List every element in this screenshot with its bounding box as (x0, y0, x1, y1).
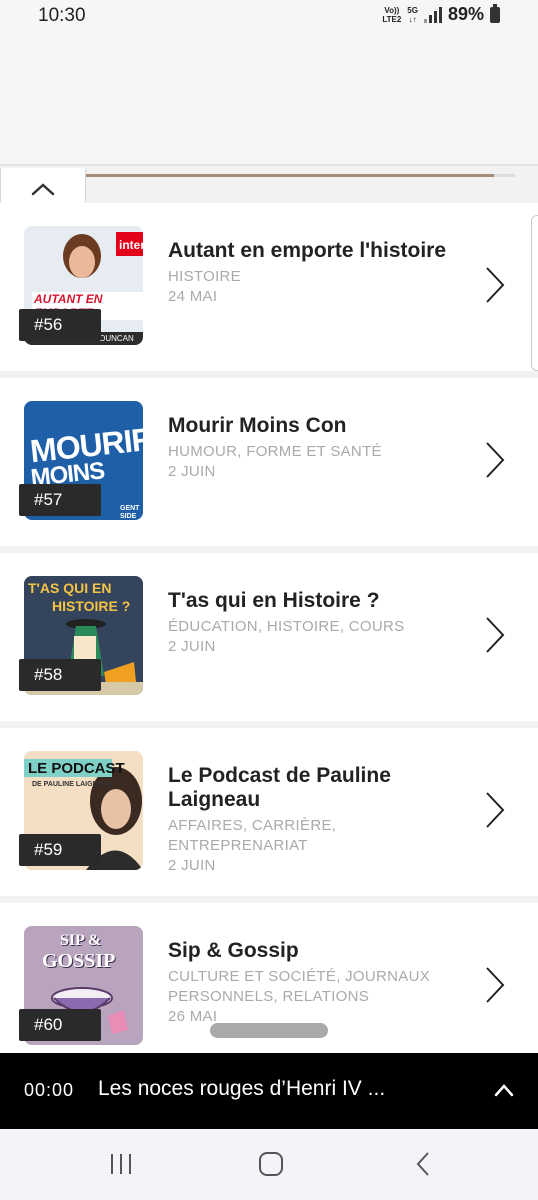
episode-date: 2 JUIN (168, 463, 216, 480)
episode-title: Sip & Gossip (168, 939, 299, 962)
status-time: 10:30 (38, 5, 86, 26)
episode-card[interactable]: MOURIR MOINS CON GENT SIDE #57 Mourir Mo… (0, 378, 538, 546)
cover-brand: inter (119, 238, 143, 252)
episode-card[interactable]: SIP & GOSSIP #60 Sip & Gossip CULTURE ET… (0, 903, 538, 1071)
chevron-up-icon (31, 182, 55, 195)
episode-info: T'as qui en Histoire ? ÉDUCATION, HISTOI… (168, 589, 468, 657)
episode-categories: HUMOUR, FORME ET SANTÉ (168, 443, 382, 460)
header-area (0, 32, 538, 166)
recents-button[interactable] (106, 1149, 136, 1179)
chevron-right-icon[interactable] (484, 790, 506, 830)
episode-number-badge: #56 (19, 309, 101, 341)
episode-number-badge: #58 (19, 659, 101, 691)
episode-categories: HISTOIRE (168, 268, 241, 285)
episode-card[interactable]: LE PODCAST DE PAULINE LAIGNEAU #59 Le Po… (0, 728, 538, 896)
home-button[interactable] (256, 1149, 286, 1179)
chevron-right-icon[interactable] (484, 615, 506, 655)
cover-title-line2: HISTOIRE ? (52, 598, 131, 614)
episode-card[interactable]: T'AS QUI EN HISTOIRE ? #58 T'as qui en H… (0, 553, 538, 721)
side-panel-edge[interactable] (531, 215, 538, 371)
chevron-right-icon[interactable] (484, 965, 506, 1005)
header-divider (0, 164, 538, 166)
episode-card[interactable]: inter AUTANT EN EMPORTE STÉPHANIE DUNCAN… (0, 203, 538, 371)
episode-title: Mourir Moins Con (168, 414, 347, 437)
mini-player[interactable]: 00:00 Les noces rouges d’Henri IV ... (0, 1053, 538, 1129)
episode-list: inter AUTANT EN EMPORTE STÉPHANIE DUNCAN… (0, 203, 538, 1078)
home-icon (259, 1152, 283, 1176)
episode-title: Autant en emporte l'histoire (168, 239, 447, 262)
battery-percent: 89% (447, 4, 484, 24)
chevron-up-icon[interactable] (494, 1083, 514, 1097)
scroll-indicator[interactable] (210, 1023, 328, 1038)
episode-number-badge: #57 (19, 484, 101, 516)
episode-info: Sip & Gossip CULTURE ET SOCIÉTÉ, JOURNAU… (168, 939, 468, 1027)
cover-subtitle: DE PAULINE LAIGNEAU (32, 781, 113, 788)
5g-indicator: 5G ↓↑ (407, 5, 418, 24)
episode-info: Le Podcast de Pauline Laigneau AFFAIRES,… (168, 764, 468, 876)
episode-title: Le Podcast de Pauline Laigneau (168, 764, 391, 811)
volte-indicator: Vo)) LTE2 (382, 5, 402, 24)
episode-number-badge: #59 (19, 834, 101, 866)
chevron-right-icon[interactable] (484, 265, 506, 305)
chevron-right-icon[interactable] (484, 440, 506, 480)
episode-categories: CULTURE ET SOCIÉTÉ, JOURNAUX PERSONNELS,… (168, 968, 431, 1005)
episode-categories: AFFAIRES, CARRIÈRE, ENTREPRENARIAT (168, 817, 337, 854)
player-time: 00:00 (24, 1080, 75, 1100)
episode-categories: ÉDUCATION, HISTOIRE, COURS (168, 618, 405, 635)
episode-info: Autant en emporte l'histoire HISTOIRE 24… (168, 239, 468, 307)
cover-brand: GENT SIDE (120, 505, 140, 520)
episode-date: 24 MAI (168, 288, 218, 305)
cover-title: T'AS QUI EN (28, 580, 112, 596)
recents-icon (111, 1154, 131, 1174)
system-nav-bar (0, 1129, 538, 1200)
episode-info: Mourir Moins Con HUMOUR, FORME ET SANTÉ … (168, 414, 468, 482)
episode-number-badge: #60 (19, 1009, 101, 1041)
cover-title: LE PODCAST (28, 760, 125, 777)
cover-title-line2: GOSSIP (42, 950, 116, 972)
episode-date: 2 JUIN (168, 638, 216, 655)
back-button[interactable] (408, 1149, 438, 1179)
episode-title: T'as qui en Histoire ? (168, 589, 380, 612)
player-title[interactable]: Les noces rouges d’Henri IV ... (98, 1077, 458, 1101)
status-bar: 10:30 Vo)) LTE2 5G ↓↑ 89% (0, 0, 538, 32)
playback-progress[interactable] (85, 174, 515, 177)
cover-title: SIP & (60, 932, 102, 949)
signal-icon (423, 6, 442, 23)
episode-date: 2 JUIN (168, 857, 216, 874)
status-icons: Vo)) LTE2 5G ↓↑ 89% (382, 3, 500, 25)
back-icon (416, 1152, 429, 1176)
playback-progress-fill (85, 174, 494, 177)
battery-icon (490, 3, 500, 23)
